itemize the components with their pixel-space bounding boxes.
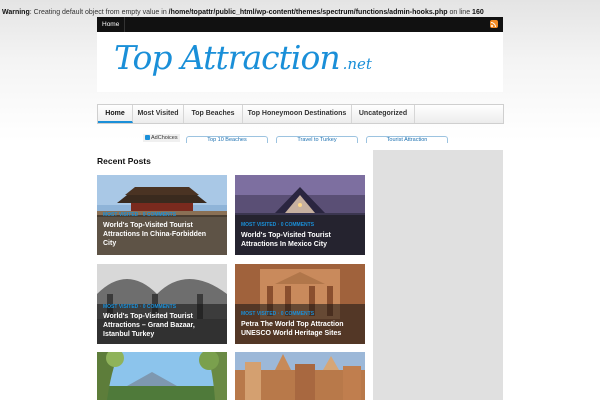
sidebar-widget-area	[373, 150, 503, 400]
topbar-home-link[interactable]: Home	[97, 17, 126, 32]
nav-item-top-beaches[interactable]: Top Beaches	[184, 105, 243, 123]
ad-link-tourist-attraction[interactable]: Tourist Attraction	[366, 136, 448, 143]
top-bar: Home	[97, 17, 503, 32]
post-title[interactable]: World's Top-Visited Tourist Attractions …	[103, 221, 221, 248]
nav-item-most-visited[interactable]: Most Visited	[133, 105, 184, 123]
post-card[interactable]: MOST VISITED · 0 COMMENTS World's Top-Vi…	[235, 175, 365, 255]
post-card[interactable]	[97, 352, 227, 400]
logo-text: Top Attraction	[114, 38, 341, 77]
warning-line: 160	[472, 9, 484, 16]
main-nav: Home Most Visited Top Beaches Top Honeym…	[97, 104, 504, 124]
rss-icon[interactable]	[490, 20, 498, 28]
post-meta[interactable]: MOST VISITED · 0 COMMENTS	[241, 222, 314, 228]
php-warning: Warning: Creating default object from em…	[2, 9, 484, 16]
post-meta[interactable]: MOST VISITED · 0 COMMENTS	[241, 311, 314, 317]
nav-item-top-honeymoon-destinations[interactable]: Top Honeymoon Destinations	[243, 105, 352, 123]
ad-link-travel-to-turkey[interactable]: Travel to Turkey	[276, 136, 358, 143]
post-card[interactable]	[235, 352, 365, 400]
adchoices-label: AdChoices	[151, 135, 178, 141]
site-logo[interactable]: Top Attraction .net	[114, 38, 372, 77]
post-meta[interactable]: MOST VISITED · 0 COMMENTS	[103, 304, 176, 310]
adchoices-icon	[145, 135, 150, 140]
logo-suffix: .net	[342, 55, 372, 73]
warning-message: : Creating default object from empty val…	[29, 9, 169, 16]
adchoices-badge[interactable]: AdChoices	[143, 134, 180, 142]
warning-label: Warning	[2, 9, 30, 16]
post-card[interactable]: MOST VISITED · 0 COMMENTS World's Top-Vi…	[97, 175, 227, 255]
post-title[interactable]: Petra The World Top Attraction UNESCO Wo…	[241, 320, 359, 338]
nav-item-uncategorized[interactable]: Uncategorized	[352, 105, 415, 123]
ad-link-top-10-beaches[interactable]: Top 10 Beaches	[186, 136, 268, 143]
warning-line-text: on line	[447, 9, 473, 16]
post-title[interactable]: World's Top-Visited Tourist Attractions …	[241, 231, 359, 249]
nav-item-home[interactable]: Home	[98, 105, 133, 123]
post-meta[interactable]: MOST VISITED · 0 COMMENTS	[103, 212, 176, 218]
temple-city-image	[235, 352, 365, 400]
recent-posts-heading: Recent Posts	[97, 156, 151, 166]
warning-path: /home/topattr/public_html/wp-content/the…	[168, 9, 448, 16]
post-title[interactable]: World's Top-Visited Tourist Attractions …	[103, 312, 221, 339]
post-card[interactable]: MOST VISITED · 0 COMMENTS Petra The Worl…	[235, 264, 365, 344]
landscape-image	[97, 352, 227, 400]
post-card[interactable]: MOST VISITED · 0 COMMENTS World's Top-Vi…	[97, 264, 227, 344]
